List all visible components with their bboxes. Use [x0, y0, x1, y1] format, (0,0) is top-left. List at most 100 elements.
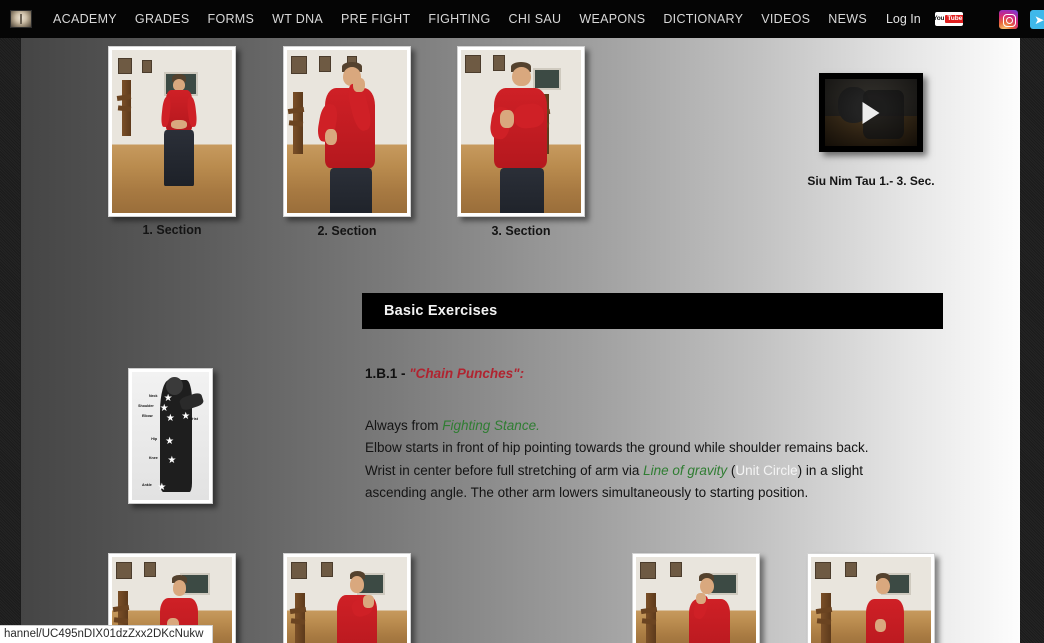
desc-line1-pre: Always from: [365, 418, 443, 433]
nav-right-group: Log In You Tube ➤ f: [876, 0, 1044, 38]
joint-label-wrist: Wrist: [188, 416, 198, 421]
youtube-icon[interactable]: You Tube: [934, 12, 963, 26]
exercise-title-link[interactable]: "Chain Punches":: [409, 366, 524, 381]
play-icon[interactable]: [862, 101, 880, 124]
wall-picture: [815, 562, 831, 579]
video-caption: Siu Nim Tau 1.- 3. Sec.: [807, 174, 935, 188]
nav-item-grades[interactable]: GRADES: [126, 0, 199, 38]
nav-item-forms[interactable]: FORMS: [199, 0, 264, 38]
gallery-caption-1: 1. Section: [142, 223, 202, 237]
nav-item-academy[interactable]: ACADEMY: [44, 0, 126, 38]
wooden-dummy: [293, 92, 303, 154]
nav-item-pre-fight[interactable]: PRE FIGHT: [332, 0, 419, 38]
joint-marker-shoulder: ★: [159, 403, 169, 414]
photo-image-bottom-4: [811, 557, 931, 643]
login-button[interactable]: Log In: [876, 12, 931, 26]
joint-marker-knee: ★: [167, 455, 177, 467]
joint-marker-neck: ★: [163, 392, 173, 404]
photo-image-section-2: [287, 50, 407, 213]
youtube-word-you: You: [935, 14, 945, 22]
link-unit-circle[interactable]: Unit Circle: [735, 463, 797, 478]
wooden-dummy: [821, 593, 831, 643]
nav-item-news[interactable]: NEWS: [819, 0, 876, 38]
link-fighting-stance[interactable]: Fighting Stance: [442, 418, 536, 433]
person-figure: [313, 62, 389, 213]
photo-image-bottom-3: [636, 557, 756, 643]
nav-item-dictionary[interactable]: DICTIONARY: [654, 0, 752, 38]
desc-line3-pre: Wrist in center before full stretching o…: [365, 462, 644, 478]
joint-label-hip: Hip: [151, 437, 158, 442]
joint-label-shoulder: Shoulder: [138, 404, 154, 408]
wall-picture: [291, 562, 307, 579]
joint-marker-elbow: ★: [165, 413, 175, 425]
exercise-text-block: 1.B.1 - "Chain Punches": Always from Fig…: [365, 366, 950, 504]
person-figure: [859, 573, 915, 643]
joint-chart-image[interactable]: ★ ★ ★ ★ ★ ★ ★ Neck Shoulder Elbow Wrist …: [128, 368, 213, 504]
link-line-of-gravity[interactable]: Line of gravity: [643, 463, 727, 478]
wall-picture: [142, 60, 152, 73]
gallery-photo-section-2[interactable]: [283, 46, 411, 217]
joint-label-knee: Knee: [148, 456, 158, 461]
section-header-title: Basic Exercises: [384, 303, 498, 319]
wall-picture: [670, 562, 682, 577]
top-navigation-bar: ACADEMY GRADES FORMS WT DNA PRE FIGHT FI…: [0, 0, 1044, 38]
video-player[interactable]: [819, 73, 923, 152]
wooden-dummy: [122, 80, 131, 136]
gallery-caption-2: 2. Section: [317, 224, 377, 238]
wooden-dummy: [295, 593, 305, 643]
instagram-icon[interactable]: [998, 9, 1018, 29]
desc-line1-post: .: [536, 418, 540, 433]
desc-line4: ascending angle. The other arm lowers si…: [365, 484, 809, 500]
dojo-scene: [287, 50, 407, 213]
dojo-scene: [636, 557, 756, 643]
twitter-icon[interactable]: ➤: [1029, 9, 1044, 29]
nav-item-weapons[interactable]: WEAPONS: [570, 0, 654, 38]
joint-label-elbow: Elbow: [142, 414, 153, 419]
desc-line3-post: ) in a slight: [797, 462, 863, 478]
photo-image-bottom-2: [287, 557, 407, 643]
bottom-gallery-photo-4[interactable]: [807, 553, 935, 643]
exercise-number: 1.B.1 -: [365, 366, 410, 381]
dojo-scene: [811, 557, 931, 643]
person-figure: [682, 573, 740, 643]
right-texture-margin: [1020, 38, 1044, 643]
joint-label-neck: Neck: [148, 393, 158, 398]
nav-item-wt-dna[interactable]: WT DNA: [263, 0, 332, 38]
youtube-word-tube: Tube: [945, 14, 963, 24]
twitter-bird-glyph: ➤: [1034, 12, 1044, 27]
photo-image-section-1: [112, 50, 232, 213]
person-figure: [483, 62, 561, 213]
joint-marker-hip: ★: [165, 436, 175, 448]
section-header-basic-exercises: Basic Exercises: [362, 293, 943, 329]
wall-picture: [116, 562, 132, 579]
content-area: 1. Section 2. Section 3. Section Siu Nim…: [21, 38, 1020, 643]
bottom-gallery-photo-3[interactable]: [632, 553, 760, 643]
wall-picture: [291, 56, 307, 74]
wall-picture: [118, 58, 132, 74]
person-figure: [158, 74, 200, 189]
joint-label-ankle: Ankle: [142, 483, 152, 488]
dojo-scene: [461, 50, 581, 213]
wall-picture: [465, 55, 481, 73]
photo-image-section-3: [461, 50, 581, 213]
nav-item-videos[interactable]: VIDEOS: [752, 0, 819, 38]
academy-logo-icon[interactable]: [10, 10, 32, 28]
nav-item-chi-sau[interactable]: CHI SAU: [500, 0, 571, 38]
joint-chart-canvas: ★ ★ ★ ★ ★ ★ ★ Neck Shoulder Elbow Wrist …: [132, 372, 209, 500]
page-background: 1. Section 2. Section 3. Section Siu Nim…: [0, 38, 1044, 643]
bottom-gallery-photo-2[interactable]: [283, 553, 411, 643]
exercise-heading: 1.B.1 - "Chain Punches":: [365, 366, 950, 381]
status-bar-url: hannel/UC495nDIX01dzZxx2DKcNukw: [0, 625, 214, 643]
exercise-description: Always from Fighting Stance. Elbow start…: [365, 415, 950, 504]
desc-line2: Elbow starts in front of hip pointing to…: [365, 440, 869, 456]
gallery-photo-section-1[interactable]: [108, 46, 236, 217]
nav-item-fighting[interactable]: FIGHTING: [419, 0, 499, 38]
person-figure: [331, 571, 389, 643]
gallery-photo-section-3[interactable]: [457, 46, 585, 217]
wall-picture: [845, 562, 857, 577]
wooden-dummy: [646, 593, 656, 643]
gallery-caption-3: 3. Section: [491, 224, 551, 238]
wall-picture: [640, 562, 656, 579]
left-texture-margin: [0, 38, 20, 643]
dojo-scene: [112, 50, 232, 213]
